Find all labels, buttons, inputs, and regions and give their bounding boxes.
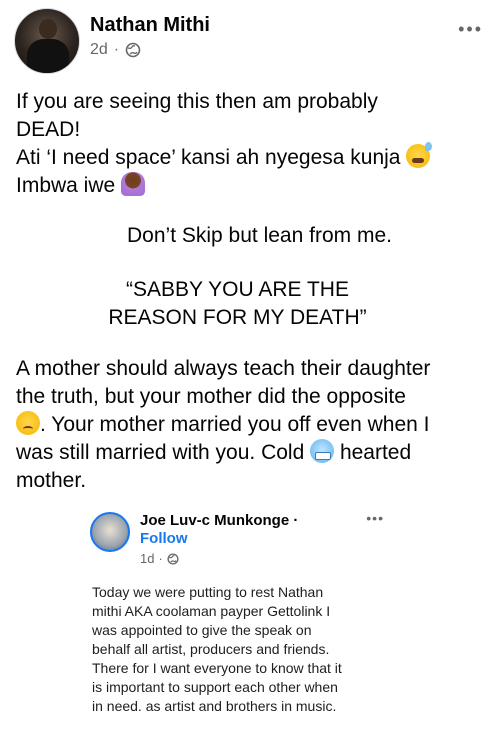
globe-icon — [167, 552, 179, 565]
paragraph-4-line-4: was still married with you. Cold hearted — [16, 439, 486, 467]
shared-more-options-icon[interactable]: ••• — [366, 510, 384, 526]
paragraph-1-line-3-text: Ati ‘I need space’ kansi ah nyegesa kunj… — [16, 146, 401, 169]
paragraph-4-line-2: the truth, but your mother did the oppos… — [16, 385, 406, 408]
paragraph-1-line-2: DEAD! — [16, 118, 81, 141]
paragraph-1-line-1: If you are seeing this then am probably — [16, 90, 378, 113]
shared-post-meta: 1d · — [140, 551, 179, 566]
post-meta: 2d · — [90, 41, 141, 59]
paragraph-1-line-4: Imbwa iwe — [16, 172, 486, 200]
paragraph-1-line-3: Ati ‘I need space’ kansi ah nyegesa kunj… — [16, 142, 486, 172]
avatar-body-shape — [27, 39, 69, 73]
shared-author-name-text: Joe Luv-c Munkonge — [140, 512, 290, 529]
meta-separator: · — [113, 41, 120, 58]
paragraph-3-line-1: “SABBY YOU ARE THE — [126, 278, 349, 301]
paragraph-4-line-4-text: was still married with you. Cold — [16, 441, 305, 464]
shared-post-screenshot: Joe Luv-c Munkonge · Follow 1d · ••• Tod… — [82, 496, 472, 729]
disappointed-face-emoji-icon — [16, 411, 40, 435]
cold-face-emoji-icon — [310, 439, 335, 463]
paragraph-4-line-1: A mother should always teach their daugh… — [16, 357, 431, 380]
author-avatar[interactable] — [14, 8, 80, 74]
post-paragraph-1: If you are seeing this then am probably … — [16, 88, 486, 200]
avatar-head-shape — [39, 19, 57, 39]
author-name[interactable]: Nathan Mithi — [90, 14, 210, 37]
shared-author-avatar[interactable] — [90, 512, 130, 552]
globe-icon — [125, 42, 141, 58]
paragraph-4-line-3-text: . Your mother married you off even when … — [40, 413, 430, 436]
post-header: Nathan Mithi 2d · ••• — [14, 8, 489, 76]
post-paragraph-2: Don’t Skip but lean from me. — [127, 224, 392, 247]
follow-button[interactable]: Follow — [140, 530, 188, 547]
shared-author-name[interactable]: Joe Luv-c Munkonge · — [140, 512, 298, 529]
paragraph-4-line-3: . Your mother married you off even when … — [16, 411, 486, 439]
shared-post-time[interactable]: 1d — [140, 551, 154, 566]
paragraph-4-line-4b-text: hearted — [334, 441, 412, 464]
paragraph-4-line-5: mother. — [16, 469, 87, 492]
more-options-icon[interactable]: ••• — [458, 20, 483, 38]
shared-meta-separator: · — [158, 551, 163, 566]
paragraph-1-line-4-text: Imbwa iwe — [16, 174, 116, 197]
post-paragraph-4: A mother should always teach their daugh… — [16, 355, 486, 495]
paragraph-3-line-2: REASON FOR MY DEATH” — [108, 306, 367, 329]
post-time[interactable]: 2d — [90, 41, 108, 59]
shared-post-text: Today we were putting to rest Nathan mit… — [92, 584, 342, 714]
person-facepalming-emoji-icon — [121, 172, 146, 196]
sweat-smile-emoji-icon — [406, 142, 433, 168]
shared-name-dot: · — [293, 512, 299, 529]
post-paragraph-3: “SABBY YOU ARE THE REASON FOR MY DEATH” — [0, 276, 499, 332]
